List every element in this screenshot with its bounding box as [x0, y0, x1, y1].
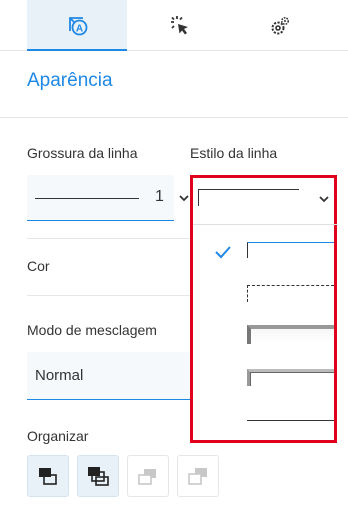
line-thickness-label: Grossura da linha [27, 145, 138, 161]
line-style-label: Estilo da linha [190, 145, 278, 161]
send-backward-icon [138, 469, 156, 485]
blend-mode-select[interactable]: Normal [27, 352, 190, 400]
divider [27, 295, 190, 296]
cursor-click-icon [171, 15, 188, 34]
divider [27, 238, 190, 239]
tab-bar: A [0, 0, 348, 51]
chevron-down-icon [179, 195, 189, 202]
tab-appearance[interactable]: A [27, 0, 127, 51]
line-style-option-solid[interactable] [193, 233, 334, 273]
arrange-label: Organizar [27, 428, 89, 444]
line-style-dropdown [190, 175, 337, 443]
bring-forward-icon [39, 468, 57, 485]
color-label: Cor [27, 258, 50, 274]
section-title: Aparência [27, 70, 113, 91]
send-to-back-icon [188, 468, 207, 485]
bring-forward-button[interactable] [27, 455, 69, 497]
bring-to-front-icon [88, 467, 109, 486]
divider [0, 117, 348, 118]
send-to-back-button[interactable] [177, 455, 219, 497]
line-style-option-inset[interactable] [193, 318, 334, 358]
divider [193, 224, 337, 225]
line-style-option-outset[interactable] [193, 363, 334, 403]
line-thickness-preview [35, 198, 139, 199]
line-thickness-value: 1 [155, 188, 164, 205]
chevron-down-icon [319, 196, 329, 203]
settings-gear-icon [271, 16, 290, 34]
blend-mode-label: Modo de mesclagem [27, 322, 157, 338]
line-thickness-select[interactable]: 1 [27, 175, 189, 221]
checkmark-icon [215, 246, 231, 259]
line-style-option-dashed[interactable] [193, 276, 334, 316]
blend-mode-value: Normal [35, 367, 84, 384]
line-style-option-bottom[interactable] [193, 406, 334, 446]
tab-settings[interactable] [230, 0, 330, 51]
bring-to-front-button[interactable] [77, 455, 119, 497]
tab-interaction[interactable] [130, 0, 230, 51]
line-style-current[interactable] [193, 178, 334, 218]
appearance-icon: A [69, 16, 88, 35]
svg-text:A: A [76, 23, 83, 34]
send-backward-button[interactable] [127, 455, 169, 497]
